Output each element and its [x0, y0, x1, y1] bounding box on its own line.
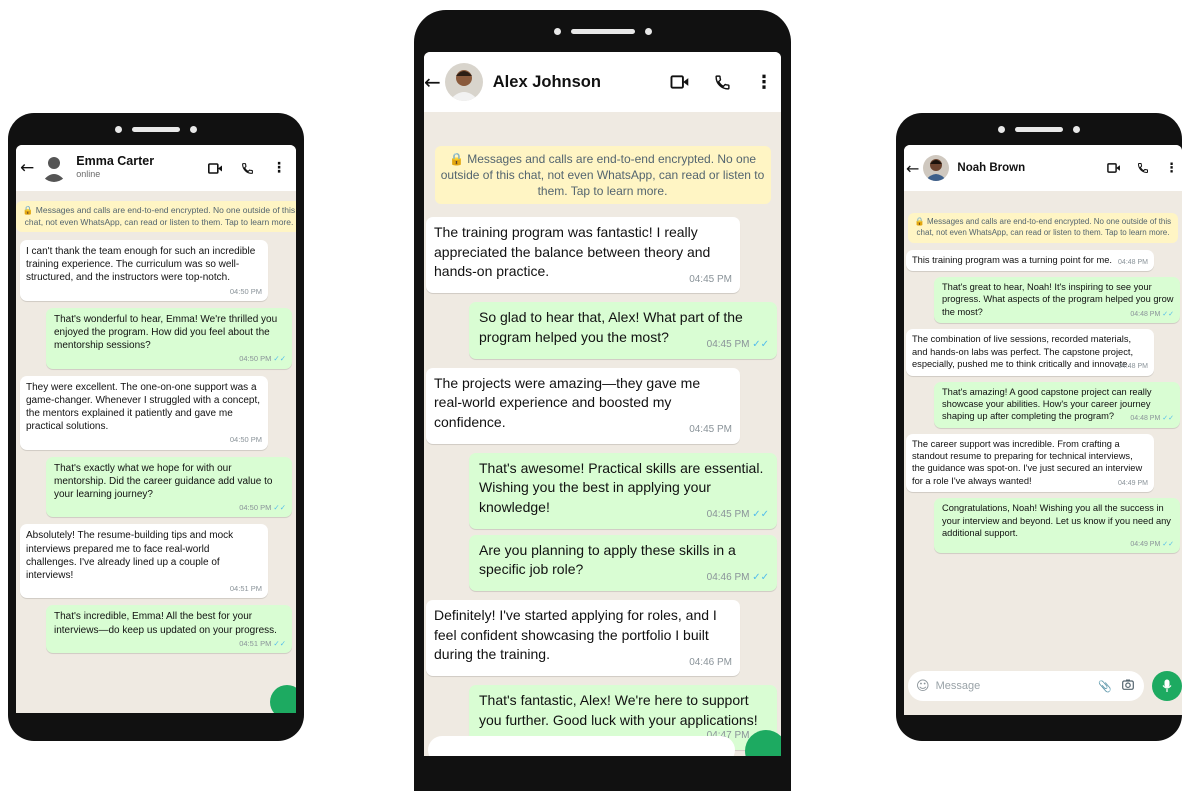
message-outgoing: That's great to hear, Noah! It's inspiri…	[934, 277, 1180, 324]
message-text: The combination of live sessions, record…	[912, 334, 1134, 369]
chat-header: ← Noah Brown ⋮	[904, 145, 1182, 191]
message-text: Absolutely! The resume-building tips and…	[26, 530, 234, 582]
message-input[interactable]: ☺ Message 📎	[908, 671, 1144, 701]
message-time: 04:45 PM	[706, 339, 750, 350]
send-button[interactable]	[270, 685, 296, 713]
phone-notch	[414, 10, 791, 52]
chat-body: 🔒 Messages and calls are end-to-end encr…	[424, 112, 781, 756]
phone-icon[interactable]	[241, 162, 254, 175]
chat-header: ← Emma Carter online ⋮	[16, 145, 296, 191]
message-incoming: Absolutely! The resume-building tips and…	[20, 524, 268, 599]
double-check-icon: ✓✓	[273, 503, 286, 513]
video-camera-icon[interactable]	[208, 162, 223, 174]
paperclip-icon[interactable]: 📎	[1098, 680, 1112, 693]
message-text: That's exactly what we hope for with our…	[54, 462, 273, 501]
chat-screen: ← Emma Carter online ⋮ 🔒 Messages and ca…	[16, 145, 296, 713]
message-outgoing: Congratulations, Noah! Wishing you all t…	[934, 498, 1180, 554]
encryption-notice[interactable]: 🔒 Messages and calls are end-to-end encr…	[434, 146, 771, 204]
message-incoming: This training program was a turning poin…	[906, 249, 1154, 272]
avatar[interactable]	[444, 63, 483, 101]
emoji-icon[interactable]: ☺	[916, 679, 930, 694]
message-time: 04:51 PM	[239, 638, 272, 648]
chat-body: 🔒 Messages and calls are end-to-end encr…	[16, 191, 296, 713]
message-incoming: The training program was fantastic! I re…	[426, 217, 740, 293]
video-camera-icon[interactable]	[670, 75, 690, 89]
double-check-icon: ✓✓	[1162, 311, 1174, 319]
back-arrow-icon[interactable]: ←	[424, 70, 441, 94]
back-arrow-icon[interactable]: ←	[20, 158, 34, 178]
message-time: 04:51 PM	[229, 584, 262, 594]
double-check-icon: ✓✓	[752, 571, 769, 583]
more-vertical-icon[interactable]: ⋮	[755, 72, 773, 93]
chat-body: 🔒 Messages and calls are end-to-end encr…	[904, 191, 1182, 669]
message-outgoing: That's wonderful to hear, Emma! We're th…	[46, 307, 292, 369]
message-input[interactable]	[428, 736, 735, 756]
message-outgoing: Are you planning to apply these skills i…	[469, 534, 777, 591]
back-arrow-icon[interactable]: ←	[906, 159, 919, 178]
composer-bar: ☺ Message 📎	[904, 671, 1182, 701]
message-outgoing: So glad to hear that, Alex! What part of…	[469, 302, 777, 359]
message-text: They were excellent. The one-on-one supp…	[26, 381, 261, 433]
encryption-notice[interactable]: 🔒 Messages and calls are end-to-end encr…	[908, 213, 1178, 243]
microphone-icon[interactable]	[1152, 671, 1182, 701]
message-text: That's wonderful to hear, Emma! We're th…	[54, 313, 278, 352]
message-incoming: Definitely! I've started applying for ro…	[426, 600, 740, 676]
message-text: I can't thank the team enough for such a…	[26, 246, 256, 284]
more-vertical-icon[interactable]: ⋮	[272, 160, 286, 176]
message-incoming: I can't thank the team enough for such a…	[20, 240, 268, 301]
phone-center: ← Alex Johnson ⋮ 🔒 Messages and calls ar…	[414, 10, 791, 791]
contact-name[interactable]: Noah Brown	[957, 162, 1025, 174]
message-time: 04:45 PM	[706, 509, 750, 520]
message-incoming: The combination of live sessions, record…	[906, 329, 1154, 376]
message-text: That's incredible, Emma! All the best fo…	[54, 611, 277, 636]
double-check-icon: ✓✓	[752, 509, 769, 520]
message-outgoing: That's awesome! Practical skills are ess…	[469, 452, 777, 529]
phone-icon[interactable]	[714, 74, 731, 91]
message-incoming: They were excellent. The one-on-one supp…	[20, 375, 268, 450]
message-placeholder: Message	[935, 680, 981, 692]
message-time: 04:50 PM	[239, 503, 272, 513]
message-time: 04:48 PM	[1130, 311, 1161, 319]
message-incoming: The projects were amazing—they gave me r…	[426, 367, 740, 444]
chat-screen: ← Noah Brown ⋮ 🔒 Messages and calls are …	[904, 145, 1182, 715]
message-time: 04:48 PM	[1130, 415, 1161, 423]
contact-status: online	[76, 169, 101, 179]
chat-screen: ← Alex Johnson ⋮ 🔒 Messages and calls ar…	[424, 52, 781, 756]
message-outgoing: That's exactly what we hope for with our…	[46, 456, 292, 518]
phone-notch	[896, 113, 1182, 145]
phone-right: ← Noah Brown ⋮ 🔒 Messages and calls are …	[896, 113, 1182, 741]
message-time: 04:50 PM	[229, 435, 262, 445]
phone-notch	[8, 113, 304, 145]
message-time: 04:49 PM	[1130, 541, 1161, 549]
double-check-icon: ✓✓	[1162, 541, 1174, 549]
message-time: 04:50 PM	[239, 354, 272, 364]
message-incoming: The career support was incredible. From …	[906, 433, 1154, 493]
message-outgoing: That's incredible, Emma! All the best fo…	[46, 605, 292, 654]
double-check-icon: ✓✓	[273, 638, 286, 648]
encryption-notice[interactable]: 🔒 Messages and calls are end-to-end encr…	[16, 201, 296, 232]
avatar[interactable]	[40, 154, 69, 182]
double-check-icon: ✓✓	[1162, 415, 1174, 423]
phone-icon[interactable]	[1137, 162, 1149, 174]
avatar[interactable]	[923, 155, 950, 181]
camera-icon[interactable]	[1122, 677, 1134, 695]
double-check-icon: ✓✓	[273, 354, 286, 364]
double-check-icon: ✓✓	[752, 339, 769, 350]
more-vertical-icon[interactable]: ⋮	[1165, 161, 1178, 176]
chat-header: ← Alex Johnson ⋮	[424, 52, 781, 112]
message-text: Congratulations, Noah! Wishing you all t…	[942, 503, 1171, 538]
contact-name[interactable]: Emma Carter	[76, 155, 154, 168]
phone-left: ← Emma Carter online ⋮ 🔒 Messages and ca…	[8, 113, 304, 741]
message-time: 04:50 PM	[229, 286, 262, 296]
message-time: 04:46 PM	[706, 571, 750, 583]
message-text: This training program was a turning poin…	[912, 254, 1112, 265]
contact-name[interactable]: Alex Johnson	[493, 73, 601, 92]
video-camera-icon[interactable]	[1107, 163, 1121, 173]
message-outgoing: That's amazing! A good capstone project …	[934, 381, 1180, 428]
message-text: That's fantastic, Alex! We're here to su…	[479, 692, 758, 728]
